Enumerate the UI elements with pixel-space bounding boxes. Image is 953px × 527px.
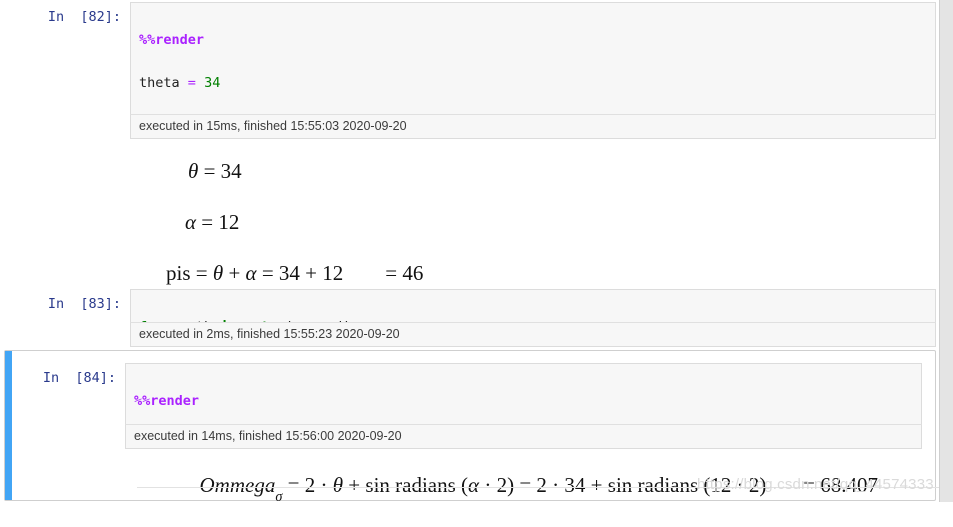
code-editor-84[interactable]: %%render Ommega_sigma = 2*theta + sin(ra… bbox=[125, 363, 922, 424]
plus-sign: + bbox=[223, 261, 246, 285]
code-line: theta = 34 bbox=[139, 73, 927, 95]
operator-token: = bbox=[187, 74, 196, 91]
code-editor-83[interactable]: from math import sin, radians bbox=[130, 289, 936, 322]
cell-input-84[interactable]: %%render Ommega_sigma = 2*theta + sin(ra… bbox=[125, 363, 935, 449]
equals-sign: = bbox=[198, 159, 221, 183]
plus-sign: + bbox=[343, 473, 366, 497]
code-line: %%render bbox=[134, 391, 913, 413]
magic-token: %% bbox=[134, 392, 151, 409]
alpha-symbol: α bbox=[245, 261, 257, 285]
equals-sign: = bbox=[282, 473, 305, 497]
import-list-token: sin, radians bbox=[269, 319, 375, 323]
magic-token: %% bbox=[139, 31, 156, 48]
pis-name: pis bbox=[166, 261, 191, 285]
sigma-subscript: σ bbox=[275, 488, 283, 505]
equals-sign: = bbox=[514, 473, 537, 497]
cell-input-83[interactable]: from math import sin, radians executed i… bbox=[130, 289, 936, 347]
execution-info-84: executed in 14ms, finished 15:56:00 2020… bbox=[125, 424, 922, 449]
cell-selection-bar bbox=[5, 351, 12, 500]
plus-sign: + bbox=[299, 261, 323, 285]
plus-sign: + bbox=[585, 473, 608, 497]
ommega-name: Ommega bbox=[199, 473, 276, 497]
equals-sign: = bbox=[196, 210, 219, 234]
numeric-expr: 2 · 34 bbox=[536, 473, 586, 497]
argument-expr: · 2) bbox=[479, 473, 515, 497]
sin-radians-function: sin radians ( bbox=[365, 473, 469, 497]
code-line: %%render bbox=[139, 30, 927, 52]
equals-sign: = bbox=[190, 261, 213, 285]
number-token: 34 bbox=[204, 74, 221, 91]
theta-value: 34 bbox=[278, 261, 300, 285]
alpha-symbol: α bbox=[185, 210, 197, 234]
cell-input-82[interactable]: %%render theta = 34 alpha = 12 pis = the… bbox=[130, 2, 936, 139]
notebook-cell-82[interactable]: In [82]: %%render theta = 34 alpha = 12 … bbox=[4, 2, 936, 139]
magic-name: render bbox=[155, 31, 205, 48]
keyword-token: from bbox=[139, 319, 172, 323]
equals-sign: = bbox=[380, 261, 403, 285]
code-editor-82[interactable]: %%render theta = 34 alpha = 12 pis = the… bbox=[130, 2, 936, 114]
execution-info-82: executed in 15ms, finished 15:55:03 2020… bbox=[130, 114, 936, 139]
page-scrollbar-gutter[interactable] bbox=[939, 0, 953, 502]
watermark-url: https://blog.csdn.net/qq_44574333 bbox=[697, 476, 934, 493]
magic-name: render bbox=[150, 392, 200, 409]
input-prompt-84: In [84]: bbox=[42, 370, 116, 386]
execution-info-83: executed in 2ms, finished 15:55:23 2020-… bbox=[130, 322, 936, 347]
module-token: math bbox=[172, 319, 221, 323]
alpha-value: 12 bbox=[322, 261, 344, 285]
keyword-token: import bbox=[220, 319, 269, 323]
identifier-token: theta bbox=[139, 74, 188, 91]
theta-symbol: θ bbox=[188, 159, 199, 183]
alpha-symbol: α bbox=[468, 473, 480, 497]
notebook-canvas: In [82]: %%render theta = 34 alpha = 12 … bbox=[0, 0, 940, 505]
pis-result: 46 bbox=[402, 261, 424, 285]
input-prompt-82: In [82]: bbox=[47, 9, 121, 25]
input-prompt-83: In [83]: bbox=[47, 296, 121, 312]
equals-sign: = bbox=[256, 261, 279, 285]
notebook-cell-83[interactable]: In [83]: from math import sin, radians e… bbox=[4, 289, 936, 347]
theta-symbol: θ bbox=[212, 261, 224, 285]
theta-symbol: θ bbox=[332, 473, 344, 497]
alpha-value: 12 bbox=[218, 210, 240, 234]
coefficient: 2 · bbox=[304, 473, 333, 497]
theta-value: 34 bbox=[220, 159, 242, 183]
